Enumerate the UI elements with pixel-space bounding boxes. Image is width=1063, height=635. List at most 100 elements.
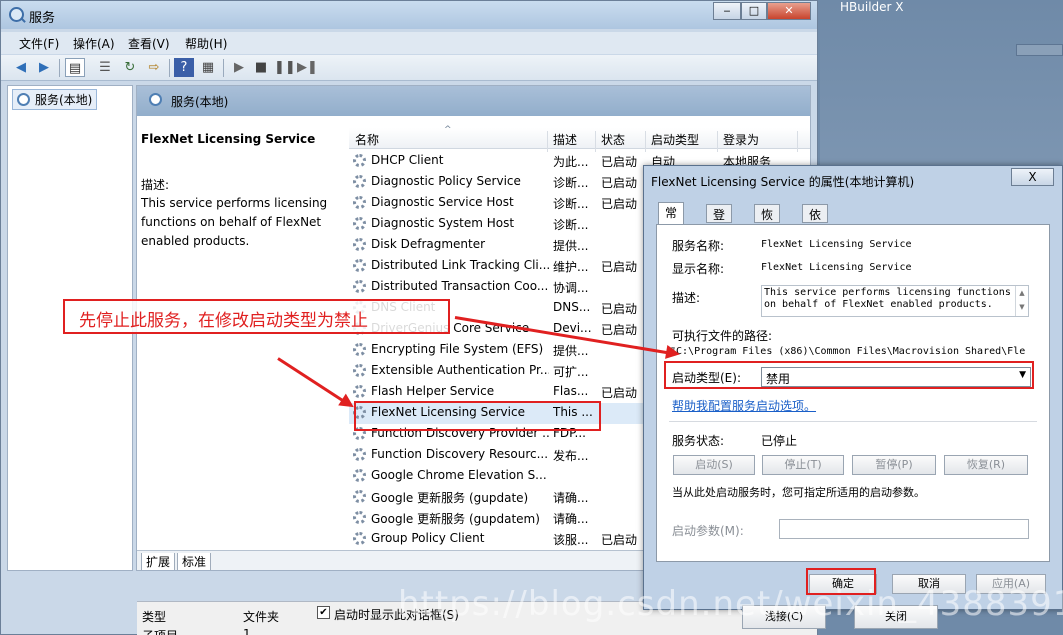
service-status-cell: 已启动 [601, 386, 638, 400]
description-panel: FlexNet Licensing Service 描述: This servi… [141, 132, 341, 248]
window-title: 服务 [29, 11, 56, 26]
service-name-cell: Distributed Link Tracking Cli... [371, 258, 549, 272]
service-gear-icon [353, 154, 366, 167]
menu-help[interactable]: 帮助(H) [185, 35, 227, 52]
divider [669, 421, 1037, 422]
pause-service-icon[interactable]: ❚❚ [274, 58, 296, 77]
console-tree-icon[interactable]: ▤ [65, 58, 85, 77]
details-row-value: 1 [243, 627, 251, 635]
menu-view[interactable]: 查看(V) [128, 35, 170, 52]
service-gear-icon [353, 364, 366, 377]
menu-action[interactable]: 操作(A) [73, 35, 115, 52]
service-name-cell: Extensible Authentication Pr... [371, 363, 549, 377]
display-name-value: FlexNet Licensing Service [761, 262, 912, 273]
service-name-cell: Google 更新服务 (gupdate) [371, 491, 529, 505]
column-startup-type[interactable]: 启动类型 [651, 131, 699, 148]
start-service-icon[interactable]: ▶ [229, 58, 249, 77]
start-params-input[interactable] [779, 519, 1029, 539]
content-header: 服务(本地) [137, 86, 810, 116]
back-arrow-icon[interactable]: ◀ [11, 58, 31, 77]
dialog-title: FlexNet Licensing Service 的属性(本地计算机) [651, 175, 915, 189]
dialog-close-button[interactable]: X [1011, 168, 1054, 186]
description-label: 描述: [672, 291, 701, 305]
tab-general[interactable]: 常规 [658, 202, 685, 237]
restart-service-icon[interactable]: ▶❚ [297, 58, 318, 77]
column-name[interactable]: 名称 [355, 131, 379, 148]
service-gear-icon [353, 490, 366, 503]
tab-recovery[interactable]: 恢复 [754, 204, 781, 239]
column-status[interactable]: 状态 [601, 131, 625, 148]
menu-file[interactable]: 文件(F) [19, 35, 59, 52]
service-status-cell: 已启动 [601, 176, 638, 190]
params-hint: 当从此处启动服务时，您可指定所适用的启动参数。 [672, 486, 925, 499]
close-button[interactable]: ✕ [767, 2, 811, 20]
service-status-label: 服务状态: [672, 434, 725, 448]
tab-logon[interactable]: 登录 [706, 204, 733, 239]
service-gear-icon [353, 532, 366, 545]
toolbar-separator [169, 59, 170, 77]
executable-path-label: 可执行文件的路径: [672, 329, 773, 343]
tab-extended[interactable]: 扩展 [141, 553, 176, 570]
service-name-cell: Diagnostic System Host [371, 216, 515, 230]
description-value: This service performs licensing function… [764, 287, 1011, 310]
column-divider[interactable] [645, 131, 646, 152]
properties-icon[interactable]: ▦ [198, 58, 218, 77]
service-name-cell: Disk Defragmenter [371, 237, 486, 251]
column-divider[interactable] [547, 131, 548, 152]
pause-button[interactable]: 暂停(P) [852, 455, 936, 475]
column-divider[interactable] [717, 131, 718, 152]
service-name-cell: DHCP Client [371, 153, 444, 167]
help-icon[interactable]: ? [174, 58, 194, 77]
service-desc-cell: 提供... [553, 344, 589, 358]
service-name-cell: Diagnostic Policy Service [371, 174, 521, 188]
column-divider[interactable] [797, 131, 798, 152]
background-window-button [1016, 44, 1063, 56]
service-name-value: FlexNet Licensing Service [761, 239, 912, 250]
description-box[interactable]: This service performs licensing function… [761, 285, 1029, 317]
service-status-cell: 已启动 [601, 323, 638, 337]
service-gear-icon [353, 511, 366, 524]
minimize-button[interactable]: ‒ [713, 2, 741, 20]
description-scrollbar[interactable]: ▲ ▼ [1015, 286, 1028, 316]
tab-standard[interactable]: 标准 [177, 553, 212, 570]
start-button[interactable]: 启动(S) [673, 455, 755, 475]
forward-arrow-icon[interactable]: ▶ [34, 58, 54, 77]
refresh-icon[interactable]: ↻ [120, 58, 140, 77]
startup-help-link[interactable]: 帮助我配置服务启动选项。 [672, 397, 816, 414]
highlight-startup-type [664, 361, 1034, 389]
column-header: 名称 ^ 描述 状态 启动类型 登录为 [349, 125, 810, 152]
annotation-text: 先停止此服务，在修改启动类型为禁止 [79, 311, 368, 331]
service-desc-cell: 诊断... [553, 176, 589, 190]
service-name-cell: Flash Helper Service [371, 384, 495, 398]
service-desc-cell: 提供... [553, 239, 589, 253]
background-window: HBuilder X [820, 0, 1063, 165]
service-name-cell: Google Chrome Elevation S... [371, 468, 547, 482]
column-divider[interactable] [595, 131, 596, 152]
column-logon-as[interactable]: 登录为 [723, 131, 759, 148]
service-status-cell: 已启动 [601, 155, 638, 169]
service-status-cell: 已启动 [601, 533, 638, 547]
maximize-button[interactable]: □ [741, 2, 767, 20]
resume-button[interactable]: 恢复(R) [944, 455, 1028, 475]
service-desc-cell: 请确... [553, 491, 589, 505]
service-name-label: 服务名称: [672, 239, 725, 253]
show-dialog-checkbox[interactable]: ✔ [317, 606, 330, 619]
tab-dependencies[interactable]: 依存关系 [802, 204, 829, 273]
toolbar: ◀ ▶ ▤ ☰ ↻ ⇨ ? ▦ ▶ ■ ❚❚ ▶❚ [1, 55, 817, 81]
stop-service-icon[interactable]: ■ [251, 58, 271, 77]
start-params-label: 启动参数(M): [672, 524, 744, 538]
service-name-cell: Encrypting File System (EFS) [371, 342, 544, 356]
tree-node-services-local[interactable]: 服务(本地) [12, 89, 98, 110]
annotation-box: 先停止此服务，在修改启动类型为禁止 [63, 299, 450, 334]
service-status-cell: 已启动 [601, 260, 638, 274]
title-bar[interactable]: 服务 ‒ □ ✕ [1, 1, 817, 29]
service-gear-icon [353, 469, 366, 482]
service-name-cell: Function Discovery Resourc... [371, 447, 549, 461]
details-column-type: 类型 [142, 610, 167, 624]
service-desc-cell: 为此... [553, 155, 589, 169]
column-description[interactable]: 描述 [553, 131, 577, 148]
service-desc-cell: DNS... [553, 300, 591, 314]
list-view-icon[interactable]: ☰ [95, 58, 115, 77]
export-list-icon[interactable]: ⇨ [144, 58, 164, 77]
stop-button[interactable]: 停止(T) [762, 455, 844, 475]
